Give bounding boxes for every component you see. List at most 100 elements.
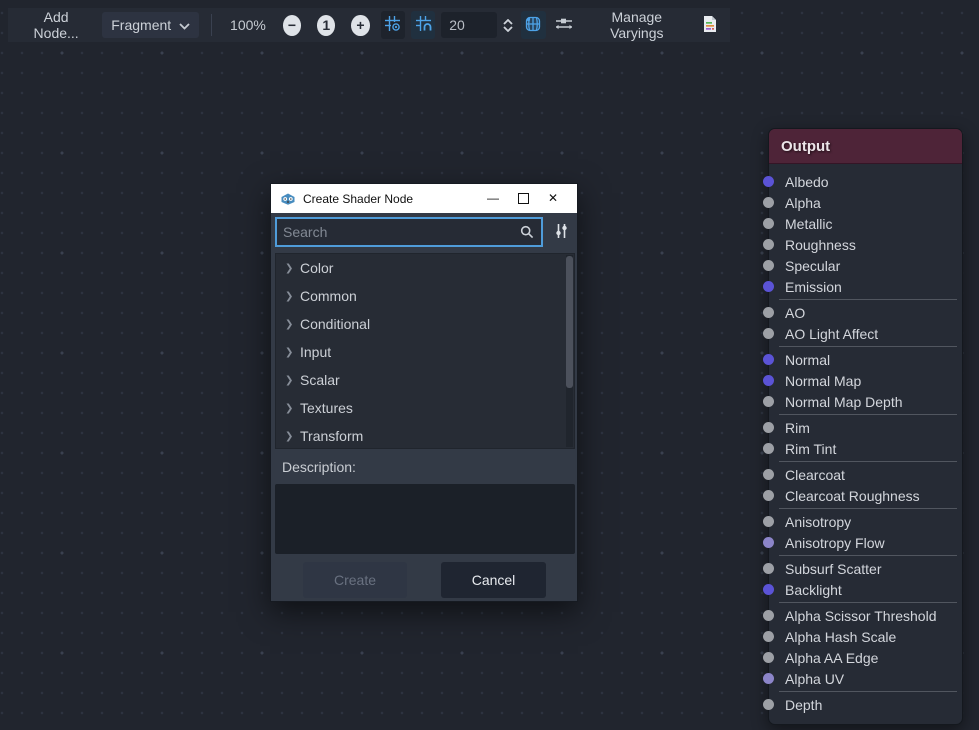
port-connector-icon[interactable] (763, 443, 774, 454)
tree-item-label: Textures (300, 400, 353, 416)
port-label: Specular (785, 258, 840, 274)
create-shader-node-dialog: Create Shader Node — ✕ (270, 183, 578, 602)
chevron-right-icon[interactable]: ❯ (285, 431, 300, 442)
preview-sphere-toggle-button[interactable] (521, 11, 545, 39)
output-port-clearcoat-roughness: Clearcoat Roughness (769, 485, 962, 506)
output-port-alpha-uv: Alpha UV (769, 668, 962, 689)
maximize-button[interactable] (508, 184, 538, 213)
port-connector-icon[interactable] (763, 281, 774, 292)
cancel-button[interactable]: Cancel (441, 562, 546, 598)
port-label: Metallic (785, 216, 832, 232)
port-connector-icon[interactable] (763, 176, 774, 187)
port-connector-icon[interactable] (763, 584, 774, 595)
zoom-reset-button[interactable]: 1 (317, 15, 335, 36)
search-input[interactable] (277, 224, 520, 240)
add-node-button[interactable]: Add Node... (16, 4, 96, 46)
zoom-in-button[interactable]: + (351, 15, 369, 36)
port-connector-icon[interactable] (763, 239, 774, 250)
filter-options-button[interactable] (548, 220, 574, 245)
port-label: Alpha (785, 195, 821, 211)
output-port-rim: Rim (769, 417, 962, 438)
toolbar-separator (211, 14, 212, 36)
output-node-header[interactable]: Output (769, 129, 962, 164)
port-label: Rim Tint (785, 441, 836, 457)
tree-item-textures[interactable]: ❯Textures (276, 394, 574, 422)
output-node[interactable]: Output AlbedoAlphaMetallicRoughnessSpecu… (768, 128, 963, 725)
tree-scrollbar-handle[interactable] (566, 256, 573, 388)
port-connector-icon[interactable] (763, 354, 774, 365)
output-port-subsurf-scatter: Subsurf Scatter (769, 558, 962, 579)
port-connector-icon[interactable] (763, 490, 774, 501)
tree-item-input[interactable]: ❯Input (276, 338, 574, 366)
output-port-metallic: Metallic (769, 213, 962, 234)
port-connector-icon[interactable] (763, 631, 774, 642)
tree-item-label: Color (300, 260, 333, 276)
port-label: Normal Map (785, 373, 861, 389)
output-port-depth: Depth (769, 694, 962, 715)
create-button[interactable]: Create (303, 562, 407, 598)
zoom-out-button[interactable]: − (283, 15, 301, 36)
port-label: Anisotropy (785, 514, 851, 530)
tree-item-common[interactable]: ❯Common (276, 282, 574, 310)
description-textarea[interactable] (275, 484, 575, 554)
description-label: Description: (282, 452, 356, 482)
port-connector-icon[interactable] (763, 328, 774, 339)
output-port-alpha: Alpha (769, 192, 962, 213)
port-connector-icon[interactable] (763, 375, 774, 386)
port-connector-icon[interactable] (763, 699, 774, 710)
tree-item-color[interactable]: ❯Color (276, 254, 574, 282)
snap-distance-spinner[interactable] (503, 19, 513, 32)
close-button[interactable]: ✕ (538, 184, 568, 213)
output-port-normal: Normal (769, 349, 962, 370)
output-port-clearcoat: Clearcoat (769, 464, 962, 485)
chevron-right-icon[interactable]: ❯ (285, 403, 300, 414)
output-port-normal-map-depth: Normal Map Depth (769, 391, 962, 412)
port-connector-icon[interactable] (763, 307, 774, 318)
tree-item-transform[interactable]: ❯Transform (276, 422, 574, 449)
output-node-body: AlbedoAlphaMetallicRoughnessSpecularEmis… (769, 164, 962, 724)
chevron-right-icon[interactable]: ❯ (285, 291, 300, 302)
shader-stage-value: Fragment (111, 17, 171, 33)
chevron-right-icon[interactable]: ❯ (285, 375, 300, 386)
graph-canvas[interactable]: Add Node... Fragment 100% − 1 + (0, 0, 979, 730)
port-connector-icon[interactable] (763, 422, 774, 433)
port-connector-icon[interactable] (763, 260, 774, 271)
chevron-right-icon[interactable]: ❯ (285, 263, 300, 274)
tune-sliders-icon (554, 223, 569, 242)
shader-code-preview-button[interactable] (698, 11, 722, 39)
manage-varyings-button[interactable]: Manage Varyings (582, 4, 692, 46)
grid-gear-icon (384, 15, 401, 35)
shader-stage-dropdown[interactable]: Fragment (102, 12, 199, 38)
port-connector-icon[interactable] (763, 652, 774, 663)
tree-item-conditional[interactable]: ❯Conditional (276, 310, 574, 338)
chevron-right-icon[interactable]: ❯ (285, 347, 300, 358)
port-label: Clearcoat Roughness (785, 488, 920, 504)
port-connector-icon[interactable] (763, 197, 774, 208)
port-connector-icon[interactable] (763, 610, 774, 621)
minimize-button[interactable]: — (478, 184, 508, 213)
arrange-nodes-button[interactable] (552, 11, 576, 39)
port-group-separator (779, 691, 957, 692)
output-port-alpha-aa-edge: Alpha AA Edge (769, 647, 962, 668)
snap-distance-input[interactable] (441, 12, 497, 38)
port-connector-icon[interactable] (763, 563, 774, 574)
port-connector-icon[interactable] (763, 396, 774, 407)
snap-toggle-button[interactable] (411, 11, 435, 39)
port-connector-icon[interactable] (763, 673, 774, 684)
port-connector-icon[interactable] (763, 516, 774, 527)
output-port-backlight: Backlight (769, 579, 962, 600)
chevron-right-icon[interactable]: ❯ (285, 319, 300, 330)
sphere-grid-icon (524, 15, 542, 36)
tree-item-scalar[interactable]: ❯Scalar (276, 366, 574, 394)
output-port-ao: AO (769, 302, 962, 323)
port-connector-icon[interactable] (763, 537, 774, 548)
port-label: Normal (785, 352, 830, 368)
port-connector-icon[interactable] (763, 218, 774, 229)
arrange-nodes-icon (555, 16, 573, 35)
port-label: Clearcoat (785, 467, 845, 483)
snap-options-button[interactable] (381, 11, 405, 39)
port-connector-icon[interactable] (763, 469, 774, 480)
dialog-titlebar[interactable]: Create Shader Node — ✕ (271, 184, 577, 213)
port-label: AO (785, 305, 805, 321)
chevron-down-icon (179, 17, 190, 33)
